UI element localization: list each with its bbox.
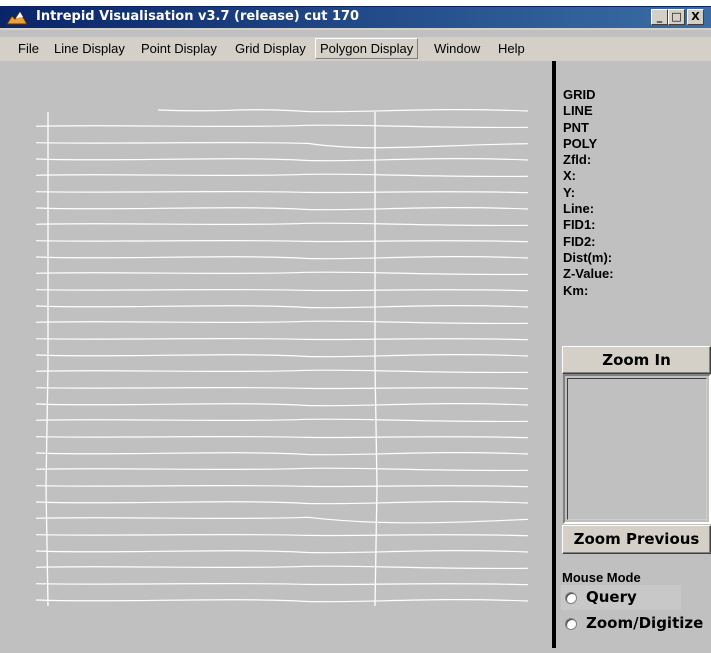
survey-line [35, 565, 529, 570]
survey-line [35, 386, 529, 390]
info-label-dist: Dist(m): [563, 249, 613, 265]
info-label-zfld: Zfld: [563, 152, 592, 168]
survey-lines-plot [35, 109, 529, 607]
menu-window[interactable]: Window [430, 38, 484, 59]
survey-line [35, 516, 529, 524]
survey-line [35, 305, 529, 309]
survey-line [35, 141, 529, 149]
query-option-label: Query [586, 588, 637, 606]
survey-line [35, 271, 529, 276]
tie-line [45, 112, 49, 607]
survey-line [35, 533, 529, 537]
menu-file[interactable]: File [14, 38, 43, 59]
info-label-x: X: [563, 168, 576, 184]
maximize-button[interactable]: □ [668, 9, 685, 25]
survey-line [35, 484, 529, 488]
survey-line [35, 403, 529, 407]
survey-line [35, 320, 529, 325]
mouse-mode-zoom-digitize-option[interactable]: Zoom/Digitize [562, 613, 711, 637]
survey-line [35, 207, 529, 211]
survey-line [35, 582, 529, 586]
info-label-line: LINE [563, 103, 593, 119]
survey-line [35, 599, 529, 603]
mouse-mode-label: Mouse Mode [562, 570, 641, 585]
radio-button[interactable] [565, 618, 577, 630]
info-label-z-value: Z-Value: [563, 266, 614, 282]
info-label-grid: GRID [563, 87, 596, 102]
survey-line [35, 418, 529, 423]
radio-button[interactable] [565, 592, 577, 604]
survey-line [157, 109, 529, 113]
survey-line [35, 239, 529, 243]
zoom-preview-canvas [567, 378, 707, 520]
survey-line [35, 452, 529, 456]
survey-line [35, 158, 529, 162]
menu-polygon-display[interactable]: Polygon Display [315, 38, 419, 59]
info-label-fid1: FID1: [563, 217, 596, 233]
minimize-button[interactable]: _ [651, 9, 668, 25]
panel-divider [552, 61, 556, 648]
zoom-in-button[interactable]: Zoom In [562, 346, 711, 374]
mouse-mode-query-option[interactable]: Query [562, 587, 682, 611]
menu-grid-display[interactable]: Grid Display [231, 38, 310, 59]
menu-point-display[interactable]: Point Display [137, 38, 221, 59]
app-icon[interactable] [6, 10, 28, 25]
info-panel: GRID LINE PNT POLY Zfld: X: Y: Line: FID… [563, 87, 614, 299]
menu-line-display[interactable]: Line Display [50, 38, 129, 59]
title-bar-strip: Intrepid Visualisation v3.7 (release) cu… [0, 7, 711, 28]
survey-line [35, 435, 529, 439]
info-label-y: Y: [563, 184, 576, 200]
survey-line [35, 124, 529, 129]
survey-line [35, 222, 529, 227]
window-title: Intrepid Visualisation v3.7 (release) cu… [36, 9, 360, 24]
info-label-line-number: Line: [563, 201, 595, 217]
survey-line [35, 369, 529, 374]
tie-line [374, 112, 378, 607]
close-button[interactable]: X [687, 9, 704, 25]
survey-line [35, 173, 529, 178]
survey-line [35, 256, 529, 260]
info-label-pnt: PNT [563, 119, 589, 135]
info-label-fid2: FID2: [563, 233, 596, 249]
menu-help[interactable]: Help [494, 38, 529, 59]
survey-line [35, 550, 529, 554]
menu-bar: File Line Display Point Display Grid Dis… [0, 37, 711, 61]
survey-line [35, 354, 529, 358]
survey-line [35, 337, 529, 341]
zoom-digitize-option-label: Zoom/Digitize [586, 614, 704, 632]
zoom-previous-button[interactable]: Zoom Previous [562, 525, 711, 554]
title-bar: Intrepid Visualisation v3.7 (release) cu… [0, 0, 711, 30]
survey-line [35, 288, 529, 292]
info-label-km: Km: [563, 282, 589, 298]
survey-line [35, 467, 529, 472]
zoom-preview [563, 374, 711, 524]
survey-line [35, 501, 529, 505]
map-canvas[interactable] [8, 66, 548, 648]
survey-line [35, 190, 529, 194]
info-label-poly: POLY [563, 135, 598, 151]
